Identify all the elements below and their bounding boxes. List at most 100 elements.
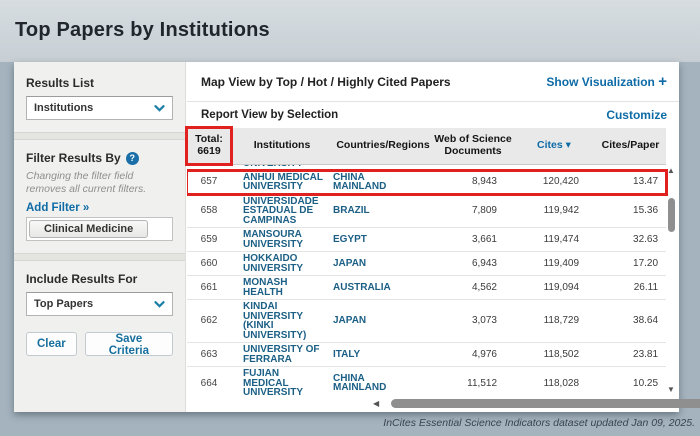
page-title: Top Papers by Institutions [15, 19, 270, 42]
filter-results-label: Filter Results By [26, 151, 121, 165]
map-view-title: Map View by Top / Hot / Highly Cited Pap… [201, 75, 451, 89]
rank-cell: 660 [187, 252, 231, 276]
results-table: Total:6619 Institutions Countries/Region… [187, 128, 666, 165]
country-cell[interactable]: BRAZIL [333, 194, 433, 228]
wos-documents-cell: 4,562 [433, 276, 513, 300]
table-row[interactable]: 657ANHUI MEDICAL UNIVERSITYCHINA MAINLAN… [187, 171, 666, 195]
wos-documents-cell: 6,943 [433, 252, 513, 276]
dataset-update-note: InCites Essential Science Indicators dat… [383, 417, 695, 429]
rank-cell: 663 [187, 343, 231, 367]
horizontal-scroll-track[interactable] [383, 399, 666, 408]
filter-field[interactable]: Clinical Medicine [26, 217, 173, 241]
column-header-cites-sorted[interactable]: Cites ▾ [513, 128, 595, 164]
plus-icon: + [658, 73, 667, 90]
table-row[interactable]: 662KINDAI UNIVERSITY (KINKI UNIVERSITY)J… [187, 300, 666, 343]
total-label: Total: [195, 133, 223, 145]
sort-descending-icon: ▾ [566, 139, 571, 151]
cites-cell: 119,474 [513, 228, 595, 252]
scroll-up-arrow-icon[interactable]: ▲ [667, 166, 675, 175]
vertical-scroll-thumb[interactable] [668, 198, 675, 232]
rank-cell: 661 [187, 276, 231, 300]
table-row[interactable]: 660HOKKAIDO UNIVERSITYJAPAN6,943119,4091… [187, 252, 666, 276]
section-divider [14, 132, 185, 140]
cites-per-paper-cell: 15.36 [595, 194, 666, 228]
cites-label: Cites [537, 139, 563, 151]
country-cell[interactable]: EGYPT [333, 228, 433, 252]
column-header-institutions[interactable]: Institutions [231, 128, 333, 164]
cites-cell: 118,502 [513, 343, 595, 367]
customize-link[interactable]: Customize [606, 108, 667, 122]
cites-cell: 119,409 [513, 252, 595, 276]
country-cell[interactable]: JAPAN [333, 252, 433, 276]
wos-documents-cell: 7,809 [433, 194, 513, 228]
clear-button[interactable]: Clear [26, 332, 77, 356]
cites-per-paper-cell: 32.63 [595, 228, 666, 252]
institution-cell[interactable]: HOKKAIDO UNIVERSITY [231, 252, 333, 276]
map-view-bar: Map View by Top / Hot / Highly Cited Pap… [187, 62, 679, 102]
institution-cell[interactable]: FUJIAN MEDICAL UNIVERSITY [231, 367, 333, 399]
table-row[interactable]: 664FUJIAN MEDICAL UNIVERSITYCHINA MAINLA… [187, 367, 666, 399]
table-row[interactable]: 661MONASH HEALTHAUSTRALIA4,562119,09426.… [187, 276, 666, 300]
include-results-dropdown[interactable]: Top Papers [26, 292, 173, 316]
cites-cell: 119,094 [513, 276, 595, 300]
cites-per-paper-cell: 10.25 [595, 367, 666, 399]
vertical-scrollbar[interactable]: ▲ ▼ [666, 164, 678, 396]
report-view-title: Report View by Selection [201, 109, 338, 121]
filter-results-heading: Filter Results By ? [26, 151, 173, 165]
sidebar: Results List Institutions Filter Results… [14, 62, 186, 412]
chevron-down-icon [154, 301, 165, 308]
cites-per-paper-cell: 23.81 [595, 343, 666, 367]
rank-cell: 662 [187, 300, 231, 343]
column-header-cites-per-paper[interactable]: Cites/Paper [595, 128, 666, 164]
show-visualization-label: Show Visualization [546, 75, 654, 89]
country-cell[interactable]: AUSTRALIA [333, 276, 433, 300]
wos-documents-cell: 3,661 [433, 228, 513, 252]
save-criteria-button[interactable]: Save Criteria [85, 332, 173, 356]
country-cell[interactable]: CHINA MAINLAND [333, 367, 433, 399]
table-row[interactable]: 659MANSOURA UNIVERSITYEGYPT3,661119,4743… [187, 228, 666, 252]
cites-per-paper-cell: 17.20 [595, 252, 666, 276]
help-icon[interactable]: ? [126, 152, 139, 165]
horizontal-scroll-thumb[interactable] [391, 399, 700, 408]
rank-cell: 658 [187, 194, 231, 228]
content-panel: Results List Institutions Filter Results… [14, 62, 679, 412]
horizontal-scrollbar[interactable]: ◀ ▶ [373, 398, 676, 409]
active-filter-tag[interactable]: Clinical Medicine [29, 220, 148, 238]
country-cell[interactable]: JAPAN [333, 300, 433, 343]
rank-cell: 659 [187, 228, 231, 252]
results-list-dropdown[interactable]: Institutions [26, 96, 173, 120]
country-cell[interactable]: ITALY [333, 343, 433, 367]
table-body: UNIVERSITY 657ANHUI MEDICAL UNIVERSITYCH… [187, 165, 666, 399]
institution-cell[interactable]: MONASH HEALTH [231, 276, 333, 300]
wos-documents-cell: 4,976 [433, 343, 513, 367]
scroll-down-arrow-icon[interactable]: ▼ [667, 385, 675, 394]
cites-cell: 118,729 [513, 300, 595, 343]
institution-cell[interactable]: KINDAI UNIVERSITY (KINKI UNIVERSITY) [231, 300, 333, 343]
total-count-header: Total:6619 [187, 128, 231, 164]
results-list-selected: Institutions [34, 102, 93, 114]
column-header-documents[interactable]: Web of Science Documents [433, 128, 513, 164]
chevron-down-icon [154, 105, 165, 112]
institution-cell[interactable]: UNIVERSIDADE ESTADUAL DE CAMPINAS [231, 194, 333, 228]
total-value: 6619 [197, 145, 220, 157]
scroll-left-arrow-icon[interactable]: ◀ [373, 399, 383, 408]
wos-documents-cell: 3,073 [433, 300, 513, 343]
main-area: Map View by Top / Hot / Highly Cited Pap… [187, 62, 679, 412]
institution-cell[interactable]: ANHUI MEDICAL UNIVERSITY [231, 171, 333, 195]
report-view-bar: Report View by Selection Customize [187, 102, 679, 128]
column-header-countries[interactable]: Countries/Regions [333, 128, 433, 164]
cites-per-paper-cell: 13.47 [595, 171, 666, 195]
add-filter-link[interactable]: Add Filter » [26, 202, 173, 214]
institution-cell[interactable]: MANSOURA UNIVERSITY [231, 228, 333, 252]
cites-cell: 119,942 [513, 194, 595, 228]
include-results-heading: Include Results For [26, 272, 173, 286]
table-header-row: Total:6619 Institutions Countries/Region… [187, 128, 666, 164]
cites-cell: 120,420 [513, 171, 595, 195]
institution-cell[interactable]: UNIVERSITY OF FERRARA [231, 343, 333, 367]
cites-cell: 118,028 [513, 367, 595, 399]
table-row[interactable]: 658UNIVERSIDADE ESTADUAL DE CAMPINASBRAZ… [187, 194, 666, 228]
show-visualization-link[interactable]: Show Visualization + [546, 73, 667, 90]
country-cell[interactable]: CHINA MAINLAND [333, 171, 433, 195]
table-row[interactable]: 663UNIVERSITY OF FERRARAITALY4,976118,50… [187, 343, 666, 367]
cites-per-paper-cell: 26.11 [595, 276, 666, 300]
